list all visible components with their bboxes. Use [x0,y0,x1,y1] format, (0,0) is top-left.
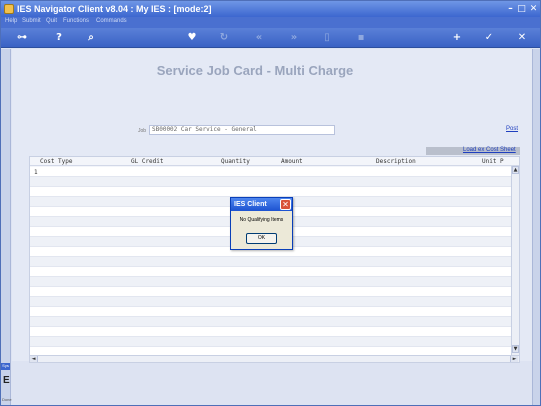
minimize-button[interactable]: – [505,4,516,14]
confirm-check-icon[interactable]: ✓ [482,32,496,44]
close-button[interactable]: ✕ [528,4,539,14]
sidebar-badge[interactable]: Sys [1,363,10,370]
dialog-title-bar: IES Client ✕ [231,198,292,211]
grid-header: Cost Type GL Credit Quantity Amount Desc… [30,157,519,166]
scroll-left-icon[interactable]: ◄ [30,356,38,362]
table-row[interactable] [30,337,511,347]
col-header-quantity[interactable]: Quantity [221,158,250,165]
scroll-down-icon[interactable]: ▼ [512,345,519,353]
menu-quit[interactable]: Quit [46,18,57,24]
rewind-icon[interactable]: « [252,32,266,44]
app-icon [4,4,14,14]
ok-button[interactable]: OK [246,233,277,244]
table-row[interactable] [30,277,511,287]
fast-forward-icon[interactable]: » [287,32,301,44]
table-row[interactable] [30,317,511,327]
horizontal-scrollbar[interactable]: ◄ ► [29,355,520,363]
col-header-gl-credit[interactable]: GL Credit [131,158,164,165]
title-bar: IES Navigator Client v8.04 : My IES : [m… [1,1,540,17]
job-label: Job [138,128,147,134]
add-icon[interactable]: + [450,32,464,44]
col-header-cost-type[interactable]: Cost Type [40,158,73,165]
row-number: 1 [34,169,38,176]
window-icon[interactable]: ▪ [354,32,368,44]
sidebar-letter[interactable]: E [3,375,10,386]
blank-doc-icon[interactable]: ▯ [320,32,334,44]
status-text: Done [2,397,12,402]
refresh-icon[interactable]: ↻ [217,32,231,44]
col-header-unit-price[interactable]: Unit P [482,158,504,165]
page-title: Service Job Card - Multi Charge [156,63,354,78]
post-link[interactable]: Post [506,126,518,132]
dialog-message: No Qualifying Items [239,217,284,223]
load-cost-sheet-link[interactable]: Load ex Cost Sheet [463,147,516,153]
menu-help[interactable]: Help [5,18,17,24]
left-rail [1,49,11,405]
cancel-x-icon[interactable]: ✕ [515,32,529,44]
scroll-right-icon[interactable]: ► [510,356,518,362]
table-row[interactable] [30,167,511,177]
scroll-up-icon[interactable]: ▲ [512,166,519,174]
toolbar: ⊶ ? ⌕ ♥ ↻ « » ▯ ▪ + ✓ ✕ [1,28,540,48]
favorite-heart-icon[interactable]: ♥ [185,32,199,44]
table-row[interactable] [30,267,511,277]
help-icon[interactable]: ? [52,32,66,44]
dialog-title: IES Client [234,201,267,208]
menu-commands[interactable]: Commands [96,18,127,24]
table-row[interactable] [30,187,511,197]
message-dialog: IES Client ✕ No Qualifying Items OK [230,197,293,250]
col-header-description[interactable]: Description [376,158,416,165]
table-row[interactable] [30,297,511,307]
dialog-close-icon[interactable]: ✕ [280,199,291,210]
maximize-button[interactable]: □ [516,4,527,14]
table-row[interactable] [30,287,511,297]
table-row[interactable] [30,307,511,317]
vertical-scrollbar[interactable]: ▲ ▼ [511,166,519,355]
menu-submit[interactable]: Submit [22,18,41,24]
job-field[interactable]: SB00002 Car Service - General [149,125,335,135]
table-row[interactable] [30,177,511,187]
table-row[interactable] [30,327,511,337]
back-key-icon[interactable]: ⊶ [11,32,33,44]
app-window: IES Navigator Client v8.04 : My IES : [m… [0,0,541,406]
menu-functions[interactable]: Functions [63,18,89,24]
menu-bar: Help Submit Quit Functions Commands [1,17,540,28]
table-row[interactable] [30,257,511,267]
window-title: IES Navigator Client v8.04 : My IES : [m… [17,4,212,14]
charge-grid[interactable]: Cost Type GL Credit Quantity Amount Desc… [29,156,520,356]
col-header-amount[interactable]: Amount [281,158,303,165]
right-rail [532,49,540,405]
search-icon[interactable]: ⌕ [84,32,98,44]
